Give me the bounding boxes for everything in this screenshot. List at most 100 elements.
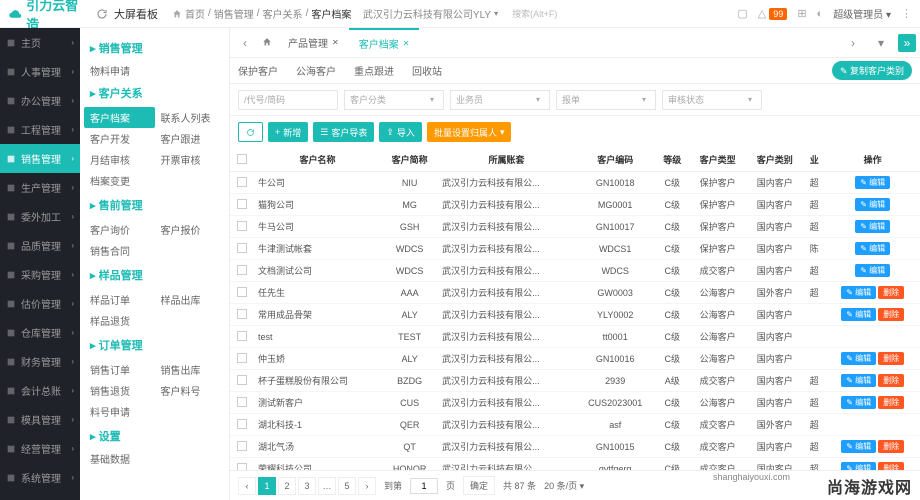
sidebar-item-mold[interactable]: 模具管理› — [0, 405, 80, 434]
page-number[interactable]: 2 — [278, 477, 296, 495]
del-button[interactable]: 删除 — [878, 440, 904, 453]
sub-link[interactable]: 客户报价 — [155, 219, 226, 240]
grid-icon[interactable]: ⊞ — [797, 7, 806, 20]
sub-link[interactable]: 销售退货 — [84, 380, 155, 401]
batch-owner-button[interactable]: 批量设置归属人 ▾ — [427, 122, 512, 142]
sub-link[interactable]: 客户料号 — [155, 380, 226, 401]
sub-link[interactable]: 销售合同 — [84, 240, 155, 261]
page-number[interactable]: 1 — [258, 477, 276, 495]
edit-button[interactable]: ✎ 编辑 — [855, 198, 890, 211]
row-checkbox[interactable] — [237, 441, 247, 451]
filter-tab[interactable]: 保护客户 — [238, 59, 278, 82]
del-button[interactable]: 删除 — [878, 352, 904, 365]
row-checkbox[interactable] — [237, 331, 247, 341]
sidebar-item-prod[interactable]: 生产管理› — [0, 173, 80, 202]
cloud-icon-small[interactable]: ◐ — [817, 8, 824, 20]
row-checkbox[interactable] — [237, 243, 247, 253]
row-checkbox[interactable] — [237, 199, 247, 209]
search-field[interactable]: 客户分类▾ — [344, 90, 444, 110]
edit-button[interactable]: ✎ 编辑 — [841, 352, 876, 365]
edit-button[interactable]: ✎ 编辑 — [855, 264, 890, 277]
del-button[interactable]: 删除 — [878, 308, 904, 321]
sub-link[interactable]: 联系人列表 — [155, 107, 226, 128]
breadcrumb-l2[interactable]: 客户关系 — [263, 6, 303, 21]
tab[interactable]: 产品管理✕ — [278, 28, 349, 58]
global-search-placeholder[interactable]: 搜索(Alt+F) — [512, 7, 557, 20]
sidebar-item-ops[interactable]: 经营管理› — [0, 434, 80, 463]
sidebar-item-home[interactable]: 主页› — [0, 28, 80, 57]
search-field[interactable]: /代号/简码 — [238, 90, 338, 110]
edit-button[interactable]: ✎ 编辑 — [841, 440, 876, 453]
sub-link[interactable]: 客户档案 — [84, 107, 155, 128]
edit-button[interactable]: ✎ 编辑 — [855, 220, 890, 233]
del-button[interactable]: 删除 — [878, 396, 904, 409]
refresh-icon[interactable] — [96, 8, 108, 20]
page-next[interactable]: › — [358, 477, 376, 495]
sub-link[interactable]: 销售订单 — [84, 359, 155, 380]
row-checkbox[interactable] — [237, 177, 247, 187]
row-checkbox[interactable] — [237, 221, 247, 231]
tab[interactable]: 客户档案✕ — [349, 28, 420, 58]
edit-button[interactable]: ✎ 编辑 — [841, 374, 876, 387]
more-icon[interactable]: ⋮ — [901, 7, 912, 20]
sidebar-item-system[interactable]: 系统管理› — [0, 463, 80, 492]
page-number[interactable]: 5 — [338, 477, 356, 495]
sidebar-item-warehouse[interactable]: 仓库管理› — [0, 318, 80, 347]
page-prev[interactable]: ‹ — [238, 477, 256, 495]
sub-link[interactable]: 料号申请 — [84, 401, 155, 422]
tab-nav-back[interactable]: ‹ — [234, 36, 256, 50]
breadcrumb-home[interactable]: 首页 — [185, 6, 205, 21]
sub-link[interactable]: 客户开发 — [84, 128, 155, 149]
big-screen-link[interactable]: 大屏看板 — [114, 6, 158, 22]
tab-dropdown[interactable]: ▾ — [870, 36, 892, 50]
sidebar-item-quality[interactable]: 品质管理› — [0, 231, 80, 260]
del-button[interactable]: 删除 — [878, 462, 904, 470]
sidebar-item-outsrc[interactable]: 委外加工› — [0, 202, 80, 231]
sidebar-item-finance[interactable]: 财务管理› — [0, 347, 80, 376]
breadcrumb-l1[interactable]: 销售管理 — [214, 6, 254, 21]
row-checkbox[interactable] — [237, 463, 247, 471]
search-field[interactable]: 业务员▾ — [450, 90, 550, 110]
contact-export-button[interactable]: ☰ 客户导表 — [313, 122, 374, 142]
sub-link[interactable]: 样品订单 — [84, 289, 155, 310]
admin-menu[interactable]: 超级管理员 ▾ — [833, 6, 891, 21]
sidebar-item-office[interactable]: 办公管理› — [0, 86, 80, 115]
sub-link[interactable]: 客户跟进 — [155, 128, 226, 149]
import-button[interactable]: ⇪ 导入 — [379, 122, 422, 142]
sidebar-item-purchase[interactable]: 采购管理› — [0, 260, 80, 289]
sub-link[interactable]: 基础数据 — [80, 448, 229, 469]
sidebar-item-acct[interactable]: 会计总账› — [0, 376, 80, 405]
tab-nav-home[interactable] — [256, 36, 278, 50]
bell-icon[interactable]: △ 99 — [758, 7, 788, 20]
sub-link[interactable]: 样品退货 — [84, 310, 155, 331]
sub-link[interactable]: 销售出库 — [155, 359, 226, 380]
edit-button[interactable]: ✎ 编辑 — [841, 308, 876, 321]
filter-tab[interactable]: 回收站 — [412, 59, 442, 82]
sidebar-item-sales[interactable]: 销售管理› — [0, 144, 80, 173]
filter-tab[interactable]: 公海客户 — [296, 59, 336, 82]
edit-button[interactable]: ✎ 编辑 — [841, 462, 876, 470]
select-all-checkbox[interactable] — [237, 154, 247, 164]
page-number[interactable]: 3 — [298, 477, 316, 495]
edit-button[interactable]: ✎ 编辑 — [841, 286, 876, 299]
collapse-sidebar-button[interactable]: » — [898, 34, 916, 52]
search-field[interactable]: 报单▾ — [556, 90, 656, 110]
search-field[interactable]: 审核状态▾ — [662, 90, 762, 110]
row-checkbox[interactable] — [237, 309, 247, 319]
del-button[interactable]: 删除 — [878, 374, 904, 387]
sub-group-title[interactable]: ▸ 售前管理 — [80, 193, 229, 217]
sub-link[interactable]: 客户询价 — [84, 219, 155, 240]
sub-group-title[interactable]: ▸ 样品管理 — [80, 263, 229, 287]
qr-icon[interactable]: ▢ — [737, 7, 747, 20]
sub-group-title[interactable]: ▸ 订单管理 — [80, 333, 229, 357]
sub-group-title[interactable]: ▸ 客户关系 — [80, 81, 229, 105]
row-checkbox[interactable] — [237, 265, 247, 275]
tab-nav-forward[interactable]: › — [842, 36, 864, 50]
page-size-select[interactable]: 20 条/页 ▾ — [544, 479, 584, 492]
page-jump-input[interactable] — [410, 478, 438, 494]
sub-group-title[interactable]: ▸ 销售管理 — [80, 36, 229, 60]
edit-button[interactable]: ✎ 编辑 — [841, 396, 876, 409]
row-checkbox[interactable] — [237, 419, 247, 429]
del-button[interactable]: 删除 — [878, 286, 904, 299]
edit-button[interactable]: ✎ 编辑 — [855, 176, 890, 189]
